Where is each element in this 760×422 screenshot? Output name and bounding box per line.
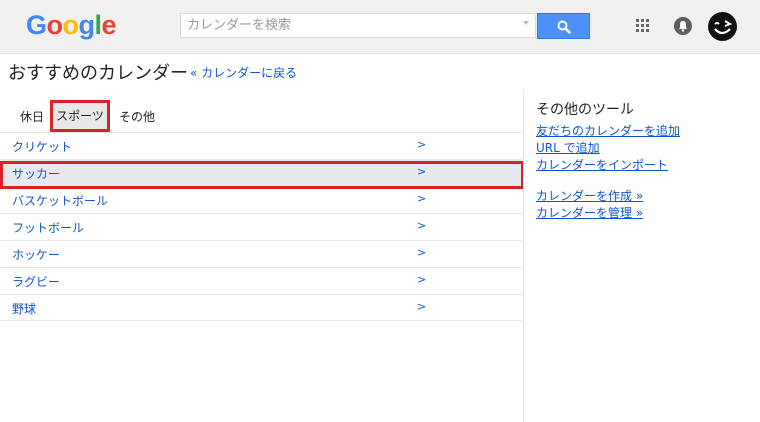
tab-holidays[interactable]: 休日 [20, 108, 44, 126]
create-calendar-link[interactable]: カレンダーを作成 » [536, 188, 756, 205]
list-item-hockey[interactable]: ホッケー > [0, 240, 522, 267]
highlight-box [0, 161, 524, 189]
search-icon [557, 20, 571, 34]
google-logo[interactable]: Google [26, 8, 117, 42]
list-item-football[interactable]: フットボール > [0, 213, 522, 240]
search-box [180, 13, 536, 38]
add-by-url-link[interactable]: URL で追加 [536, 140, 756, 157]
list-item-label: フットボール [12, 221, 85, 235]
top-bar: Google [0, 0, 760, 54]
list-item-label: クリケット [12, 140, 73, 154]
chevron-right-icon: > [417, 219, 427, 232]
tab-other[interactable]: その他 [119, 108, 155, 126]
back-to-calendar-link[interactable]: « カレンダーに戻る [190, 64, 297, 81]
search-input[interactable] [181, 14, 517, 37]
list-item-baseball[interactable]: 野球 > [0, 294, 522, 321]
chevron-right-icon: > [417, 273, 427, 286]
other-tools-title: その他のツール [536, 102, 634, 118]
list-item-label: バスケットボール [12, 194, 109, 208]
chevron-right-icon: > [417, 192, 427, 205]
column-divider [523, 90, 524, 422]
list-item-basketball[interactable]: バスケットボール > [0, 186, 522, 213]
list-item-label: 野球 [12, 302, 37, 316]
chevron-right-icon: > [417, 300, 427, 313]
list-item-cricket[interactable]: クリケット > [0, 132, 522, 159]
search-options-dropdown-icon[interactable] [523, 21, 529, 25]
chevron-right-icon: > [417, 138, 427, 151]
list-item-rugby[interactable]: ラグビー > [0, 267, 522, 294]
page-title: おすすめのカレンダー [8, 63, 188, 84]
search-button[interactable] [537, 13, 590, 39]
winking-face-icon [714, 20, 733, 35]
list-item-label: ホッケー [12, 248, 61, 262]
import-calendar-link[interactable]: カレンダーをインポート [536, 157, 756, 174]
list-item-label: ラグビー [12, 275, 61, 289]
account-avatar[interactable] [708, 12, 737, 41]
chevron-right-icon: > [417, 246, 427, 259]
notifications-bell-icon[interactable] [674, 17, 692, 35]
other-tools-panel: その他のツール 友だちのカレンダーを追加 URL で追加 カレンダーをインポート… [536, 100, 756, 222]
apps-grid-icon[interactable] [636, 19, 650, 33]
add-friend-calendar-link[interactable]: 友だちのカレンダーを追加 [536, 123, 756, 140]
manage-calendars-link[interactable]: カレンダーを管理 » [536, 205, 756, 222]
tab-sports[interactable]: スポーツ [50, 100, 110, 132]
